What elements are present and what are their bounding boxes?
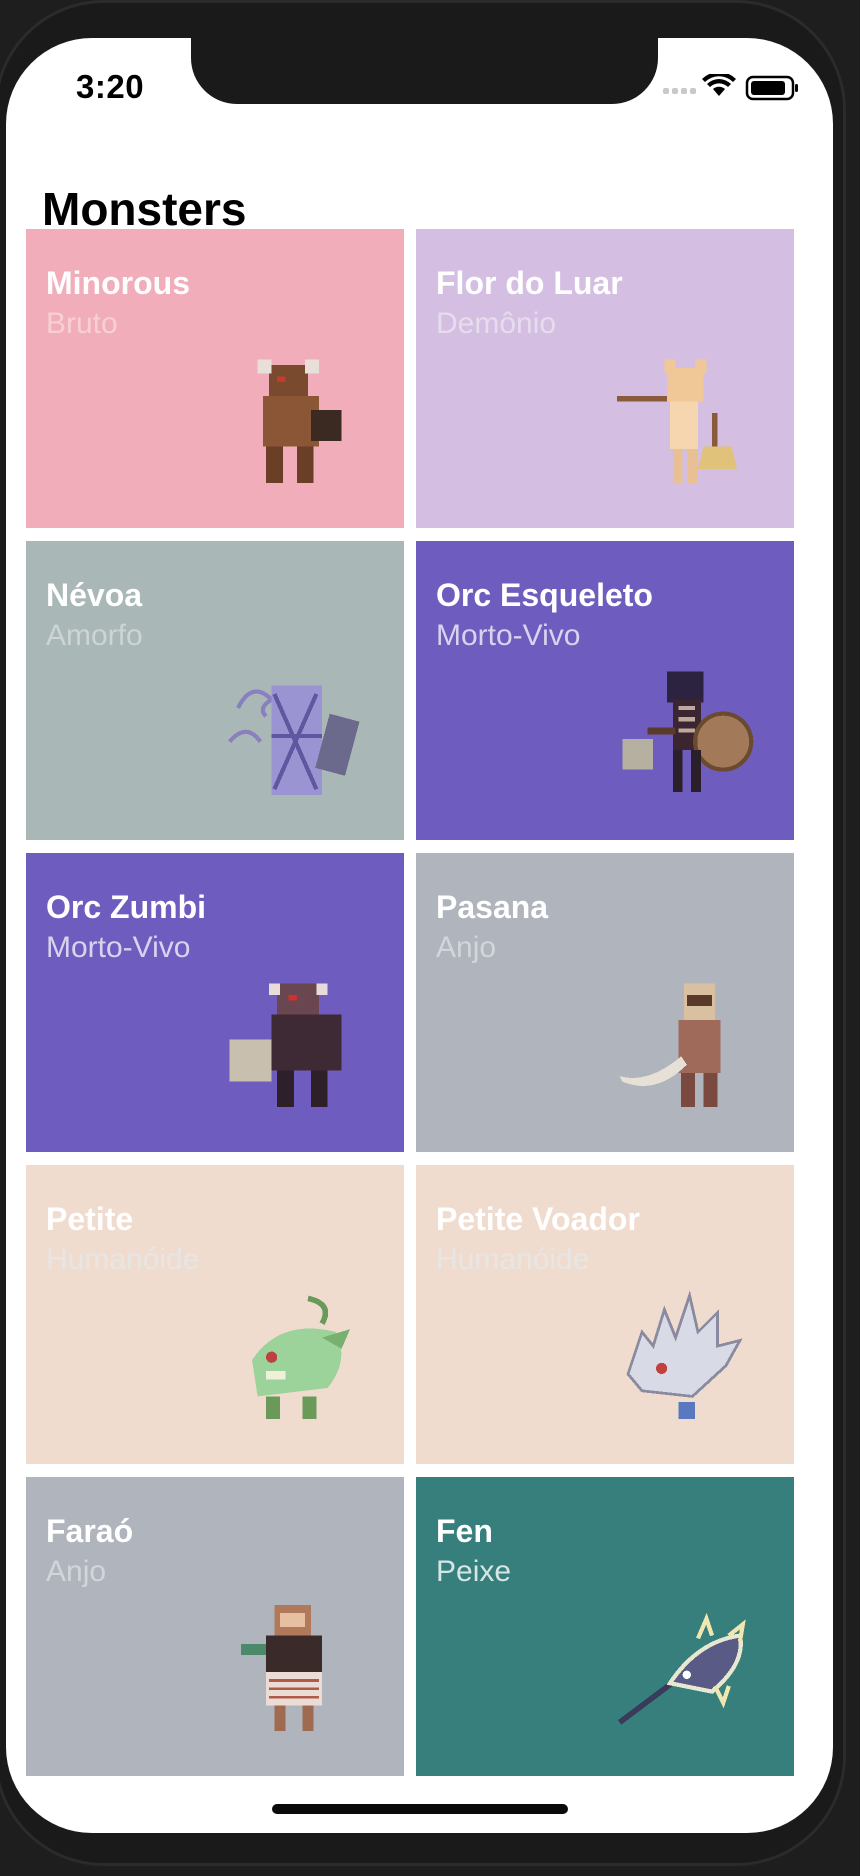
monster-card[interactable]: Petite Humanóide [26,1165,404,1464]
signal-icon [663,88,696,94]
green-dragon-icon [224,1290,364,1430]
wifi-icon [702,74,736,96]
battery-icon [745,75,798,101]
status-time: 3:20 [76,68,145,105]
monster-card[interactable]: Orc Zumbi Morto-Vivo [26,853,404,1152]
pasana-icon [614,978,754,1118]
monster-card[interactable]: Flor do Luar Demônio [416,229,794,528]
monster-type: Morto-Vivo [436,619,581,652]
monster-type: Morto-Vivo [46,931,191,964]
monster-type: Anjo [436,931,497,964]
monster-name: Petite Voador [436,1201,640,1237]
monster-type: Bruto [46,307,118,340]
monster-grid: Minorous Bruto Flor do Luar Demônio Névo… [26,229,797,1776]
fox-spirit-icon [614,354,754,494]
monster-name: Névoa [46,577,143,613]
page-title: Monsters [42,183,247,235]
monster-type: Anjo [46,1555,107,1588]
monster-card[interactable]: Fen Peixe [416,1477,794,1776]
device-notch [191,38,658,104]
monster-type: Peixe [436,1555,512,1588]
monster-name: Minorous [46,265,190,301]
monster-name: Faraó [46,1513,134,1549]
monster-type: Amorfo [46,619,143,652]
monster-card[interactable]: Petite Voador Humanóide [416,1165,794,1464]
monster-name: Orc Zumbi [46,889,207,925]
monster-name: Flor do Luar [436,265,623,301]
monster-card[interactable]: Pasana Anjo [416,853,794,1152]
monster-name: Pasana [436,889,549,925]
monster-card[interactable]: Minorous Bruto [26,229,404,528]
white-dragon-icon [614,1290,754,1430]
monster-name: Orc Esqueleto [436,577,653,613]
monster-name: Fen [436,1513,493,1549]
minotaur-icon [224,354,364,494]
monster-name: Petite [46,1201,134,1237]
mist-icon [224,666,364,806]
monster-type: Demônio [436,307,557,340]
monster-type: Humanóide [46,1243,200,1276]
status-icons [663,74,798,101]
home-indicator[interactable] [272,1804,568,1814]
swordfish-icon [614,1602,754,1742]
skeleton-orc-icon [614,666,754,806]
zombie-orc-icon [224,978,364,1118]
monster-card[interactable]: Orc Esqueleto Morto-Vivo [416,541,794,840]
monster-card[interactable]: Névoa Amorfo [26,541,404,840]
pharaoh-icon [224,1602,364,1742]
monster-type: Humanóide [436,1243,590,1276]
monster-card[interactable]: Faraó Anjo [26,1477,404,1776]
